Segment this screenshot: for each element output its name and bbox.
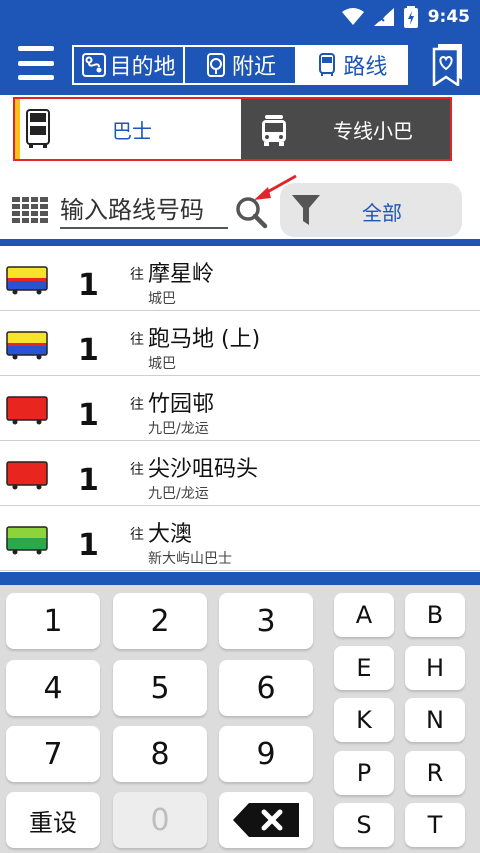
- route-destination: 大澳: [148, 522, 193, 547]
- reset-button[interactable]: 重设: [6, 792, 100, 848]
- key-n[interactable]: N: [405, 698, 465, 742]
- route-destination: 摩星岭: [148, 262, 215, 287]
- tab-minibus[interactable]: 专线小巴: [241, 99, 450, 159]
- tab-destination[interactable]: 目的地: [74, 47, 186, 83]
- key-2[interactable]: 2: [113, 593, 207, 649]
- key-s[interactable]: S: [334, 803, 394, 847]
- tab-nearby[interactable]: 附近: [185, 47, 297, 83]
- menu-button[interactable]: [18, 46, 54, 80]
- key-4[interactable]: 4: [6, 660, 100, 716]
- route-to-label: 往: [130, 462, 144, 478]
- tab-minibus-label: 专线小巴: [333, 118, 413, 143]
- key-3[interactable]: 3: [219, 593, 313, 649]
- divider: [0, 572, 480, 585]
- bus-stop-icon: [319, 53, 336, 76]
- route-number: 1: [78, 333, 99, 368]
- key-t[interactable]: T: [405, 803, 465, 847]
- key-r[interactable]: R: [405, 751, 465, 795]
- route-to-label: 往: [130, 267, 144, 283]
- route-number: 1: [78, 528, 99, 563]
- route-number: 1: [78, 463, 99, 498]
- key-6[interactable]: 6: [219, 660, 313, 716]
- key-e[interactable]: E: [334, 646, 394, 690]
- signal-icon: [373, 8, 394, 26]
- backspace-button[interactable]: [219, 792, 313, 848]
- key-k[interactable]: K: [334, 698, 394, 742]
- route-icon: [81, 53, 106, 77]
- route-operator: 城巴: [148, 291, 176, 307]
- vehicle-tabs-frame: 巴士 专线小巴: [13, 97, 452, 161]
- route-destination: 尖沙咀码头: [148, 457, 259, 482]
- battery-icon: [403, 6, 418, 28]
- key-9[interactable]: 9: [219, 726, 313, 782]
- route-operator: 城巴: [148, 356, 176, 372]
- backspace-icon: [233, 803, 299, 837]
- bus-operator-icon: [6, 266, 48, 295]
- route-operator: 九巴/龙运: [148, 421, 209, 437]
- app-root: 9:45 目的地 附近 路线 巴士 专线小巴 输入路线号码 全部 1 往 摩星岭…: [0, 0, 480, 853]
- divider: [0, 239, 480, 246]
- route-destination: 竹园邨: [148, 392, 215, 417]
- route-to-label: 往: [130, 527, 144, 543]
- key-h[interactable]: H: [405, 646, 465, 690]
- bus-operator-icon: [6, 331, 48, 360]
- key-0[interactable]: 0: [113, 792, 207, 848]
- menu-icon-line: [18, 75, 54, 80]
- route-row[interactable]: 1 往大澳新大屿山巴士: [0, 506, 480, 571]
- operator-filter-button[interactable]: 全部: [280, 183, 462, 237]
- route-operator: 九巴/龙运: [148, 486, 209, 502]
- wifi-icon: [341, 8, 364, 25]
- key-7[interactable]: 7: [6, 726, 100, 782]
- main-nav-tabs: 目的地 附近 路线: [72, 45, 408, 85]
- menu-icon-line: [18, 60, 54, 66]
- route-to-label: 往: [130, 397, 144, 413]
- tab-routes-label: 路线: [343, 55, 388, 80]
- route-number-input[interactable]: [60, 193, 228, 229]
- nearby-icon: [206, 53, 225, 77]
- route-row[interactable]: 1 往摩星岭城巴: [0, 246, 480, 311]
- tab-routes[interactable]: 路线: [296, 47, 406, 83]
- top-bar: 9:45 目的地 附近 路线: [0, 0, 480, 95]
- tab-destination-label: 目的地: [109, 55, 176, 80]
- key-1[interactable]: 1: [6, 593, 100, 649]
- key-p[interactable]: P: [334, 751, 394, 795]
- favorites-bookmark-icon[interactable]: [432, 44, 462, 86]
- status-bar: 9:45: [341, 6, 470, 28]
- route-destination: 跑马地 (上): [148, 327, 261, 352]
- route-row[interactable]: 1 往竹园邨九巴/龙运: [0, 376, 480, 441]
- route-list: 1 往摩星岭 城巴 1 往跑马地 (上) 城巴 1 往竹园邨 九巴/龙运 1 往尖沙咀码头 九巴/龙运…: [0, 246, 480, 572]
- bus-operator-icon: [6, 396, 48, 425]
- filter-label: 全部: [362, 201, 402, 225]
- route-number: 1: [78, 398, 99, 433]
- route-to-label: 往: [130, 332, 144, 348]
- key-b[interactable]: B: [405, 593, 465, 637]
- route-operator: 新大屿山巴士: [148, 551, 232, 567]
- tab-bus[interactable]: 巴士: [15, 99, 241, 159]
- route-row[interactable]: 1 往跑马地 (上) 城巴: [0, 311, 480, 376]
- menu-icon-line: [18, 46, 54, 51]
- keypad-grid-icon[interactable]: [12, 197, 48, 223]
- bus-operator-icon: [6, 461, 48, 490]
- bus-operator-icon: [6, 526, 48, 555]
- tab-bus-label: 巴士: [112, 118, 152, 143]
- status-time: 9:45: [427, 7, 470, 27]
- route-keypad: 1 2 3 4 5 6 7 8 9 重设 0 A B E H K N P R S…: [0, 585, 480, 853]
- key-5[interactable]: 5: [113, 660, 207, 716]
- key-8[interactable]: 8: [113, 726, 207, 782]
- route-row[interactable]: 1 往尖沙咀码头九巴/龙运: [0, 441, 480, 506]
- tab-nearby-label: 附近: [231, 55, 276, 80]
- route-number: 1: [78, 268, 99, 303]
- vehicle-type-tabs: 巴士 专线小巴: [0, 95, 480, 167]
- key-a[interactable]: A: [334, 593, 394, 637]
- double-decker-bus-icon: [26, 109, 50, 148]
- search-row: 全部: [0, 167, 480, 245]
- filter-icon: [292, 195, 320, 225]
- minibus-icon: [262, 115, 286, 146]
